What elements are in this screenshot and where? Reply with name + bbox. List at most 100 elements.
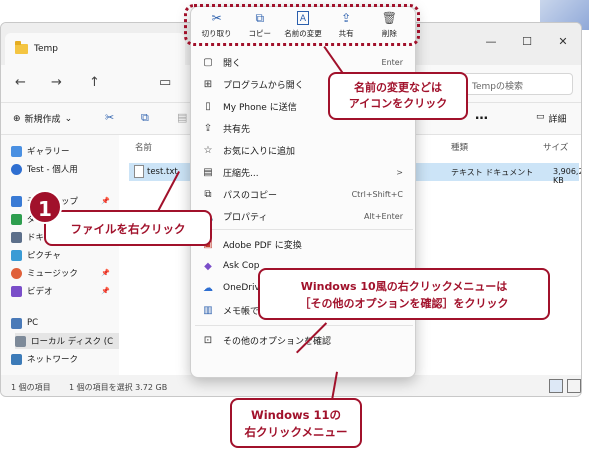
minimize-button[interactable]: — xyxy=(473,29,509,53)
music-icon xyxy=(11,267,22,279)
desktop-icon xyxy=(11,195,22,207)
menu-item-label: Adobe PDF に変換 xyxy=(223,240,302,251)
file-type: テキスト ドキュメント xyxy=(451,168,534,177)
menu-item-label: OneDriv xyxy=(223,283,260,293)
menu-item-label: My Phone に送信 xyxy=(223,102,297,113)
callout-win11-line1: Windows 11の xyxy=(251,408,341,422)
menu-divider xyxy=(195,229,413,230)
menu-item-shortcut: Enter xyxy=(381,57,403,67)
more-icon[interactable]: … xyxy=(475,108,488,123)
menu-item-label: プログラムから開く xyxy=(223,80,304,91)
copy-path-icon: ⧉ xyxy=(204,188,212,200)
step-badge: 1 xyxy=(28,190,62,224)
details-pane-icon: ▭ xyxy=(536,112,545,122)
menu-item-compress[interactable]: ▤ 圧縮先... > xyxy=(191,161,415,183)
item-count: 1 個の項目 xyxy=(11,383,51,392)
share-icon: ⇪ xyxy=(203,122,213,134)
sidebar-item-local-disk[interactable]: ローカル ディスク (C xyxy=(15,333,120,349)
sidebar-item-gallery[interactable]: ギャラリー xyxy=(11,143,116,159)
details-button[interactable]: ▭ 詳細 xyxy=(536,112,567,125)
sidebar-item-label: ピクチャ xyxy=(27,251,61,261)
callout-rightclick: ファイルを右クリック xyxy=(44,210,212,246)
close-button[interactable]: ✕ xyxy=(545,29,581,53)
menu-item-label: プロパティ xyxy=(223,212,268,223)
sidebar-item-desktop[interactable]: デスクトップ📌 xyxy=(11,193,116,209)
sidebar-item-label: ギャラリー xyxy=(27,147,70,157)
sidebar-item-onedrive[interactable]: Test - 個人用 xyxy=(11,161,116,177)
cloud-icon: ☁ xyxy=(203,282,213,294)
callout-win10: Windows 10風の右クリックメニューは ［その他のオプションを確認］をクリ… xyxy=(258,268,550,320)
sidebar-item-videos[interactable]: ビデオ 📌 xyxy=(11,283,116,299)
sidebar-item-label: Test - 個人用 xyxy=(27,165,78,175)
sidebar-item-label: ミュージック xyxy=(27,269,78,279)
up-arrow-icon[interactable]: ↑ xyxy=(89,75,100,90)
pin-icon: 📌 xyxy=(101,269,110,277)
sidebar-item-label: ネットワーク xyxy=(27,355,79,365)
column-header-name[interactable]: 名前 xyxy=(135,141,152,153)
gallery-icon xyxy=(11,145,22,157)
callout-win10-line2: ［その他のオプションを確認］をクリック xyxy=(299,297,509,310)
sidebar-item-label: ビデオ xyxy=(27,287,53,297)
menu-item-properties[interactable]: 🔧プロパティAlt+Enter xyxy=(191,205,415,227)
file-name: test.txt xyxy=(147,167,178,177)
menu-item-share-with[interactable]: ⇪ 共有先 xyxy=(191,117,415,139)
selection-info: 1 個の項目を選択 3.72 GB xyxy=(69,383,168,392)
plus-icon: ⊕ xyxy=(13,113,21,124)
network-icon xyxy=(11,353,22,365)
phone-icon: ▯ xyxy=(205,100,211,112)
video-icon xyxy=(11,285,22,297)
callout-rename: 名前の変更などは アイコンをクリック xyxy=(328,72,468,120)
details-view-icon[interactable] xyxy=(549,379,563,393)
tiles-view-icon[interactable] xyxy=(567,379,581,393)
tab-temp[interactable]: Temp xyxy=(5,33,185,65)
sidebar-item-label: PC xyxy=(27,318,39,328)
monitor-icon[interactable]: ▭ xyxy=(159,75,171,90)
forward-arrow-icon[interactable]: → xyxy=(51,75,62,90)
download-icon xyxy=(11,213,22,225)
navigation-pane: ギャラリー Test - 個人用 デスクトップ📌 ダウンロード ドキュメント ピ… xyxy=(1,135,120,375)
folder-icon xyxy=(15,41,28,54)
menu-item-label: パスのコピー xyxy=(223,190,278,201)
column-header-size[interactable]: サイズ xyxy=(543,141,568,153)
sidebar-item-pc[interactable]: PC xyxy=(11,315,116,331)
maximize-button[interactable]: ☐ xyxy=(509,29,545,53)
text-file-icon xyxy=(134,165,144,178)
menu-item-adobe-pdf[interactable]: ▣Adobe PDF に変換 xyxy=(191,233,415,255)
paste-icon[interactable]: ▤ xyxy=(177,111,187,124)
menu-item-add-favorites[interactable]: ☆ お気に入りに追加 xyxy=(191,139,415,161)
star-icon: ☆ xyxy=(203,144,213,156)
pin-icon: 📌 xyxy=(101,287,110,295)
open-icon: ▢ xyxy=(203,56,213,68)
details-label: 詳細 xyxy=(548,115,567,125)
callout-win10-line1: Windows 10風の右クリックメニューは xyxy=(300,280,508,293)
copy-icon[interactable]: ⧉ xyxy=(141,111,149,125)
menu-item-label: 共有先 xyxy=(223,124,251,135)
sidebar-item-network[interactable]: ネットワーク xyxy=(11,351,116,367)
more-options-icon: ⊡ xyxy=(203,334,213,346)
chevron-right-icon: > xyxy=(396,167,403,177)
cut-icon[interactable]: ✂ xyxy=(105,111,114,124)
column-header-type[interactable]: 種類 xyxy=(451,141,468,153)
chevron-down-icon: ⌄ xyxy=(64,113,73,124)
callout-rename-line1: 名前の変更などは xyxy=(354,81,442,94)
document-icon xyxy=(11,231,22,243)
search-input[interactable]: Tempの検索 xyxy=(463,73,573,95)
sidebar-item-music[interactable]: ミュージック 📌 xyxy=(11,265,116,281)
menu-item-open[interactable]: ▢ 開く Enter xyxy=(191,51,415,73)
status-bar: 1 個の項目 1 個の項目を選択 3.72 GB xyxy=(1,375,581,396)
disk-icon xyxy=(15,335,26,347)
callout-win11: Windows 11の 右クリックメニュー xyxy=(230,398,362,448)
menu-item-label: Ask Cop xyxy=(223,261,260,271)
sidebar-item-pictures[interactable]: ピクチャ xyxy=(11,247,116,263)
new-button-label: 新規作成 xyxy=(24,115,61,125)
menu-item-label: お気に入りに追加 xyxy=(223,146,296,157)
menu-item-label: 圧縮先... xyxy=(223,168,259,179)
sidebar-item-label: ローカル ディスク (C xyxy=(31,337,114,347)
back-arrow-icon[interactable]: ← xyxy=(15,75,26,90)
view-switcher xyxy=(549,379,581,393)
menu-item-copy-path[interactable]: ⧉ パスのコピー Ctrl+Shift+C xyxy=(191,183,415,205)
open-with-icon: ⊞ xyxy=(203,78,213,90)
menu-divider xyxy=(195,325,413,326)
new-button[interactable]: ⊕ 新規作成 ⌄ xyxy=(13,112,73,126)
toolbar-highlight-box xyxy=(184,4,420,46)
